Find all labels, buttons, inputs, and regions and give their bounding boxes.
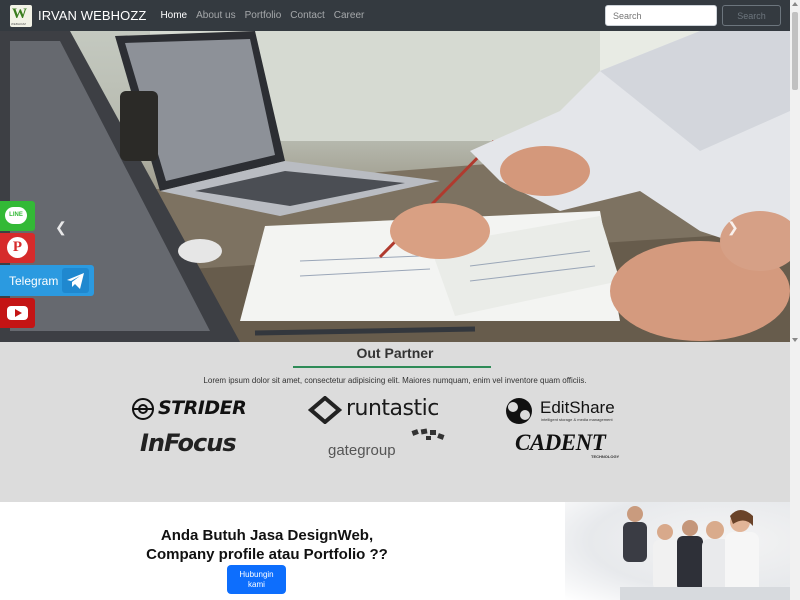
partner-section: Out Partner Lorem ipsum dolor sit amet, … xyxy=(0,342,790,502)
nav-career[interactable]: Career xyxy=(334,10,365,21)
brand[interactable]: W WEBHOZZ IRVAN WEBHOZZ xyxy=(10,4,146,27)
hero-image xyxy=(0,31,790,342)
carousel-next-icon[interactable]: ❯ xyxy=(727,219,739,236)
line-icon: LINE xyxy=(5,207,27,224)
scroll-thumb[interactable] xyxy=(792,12,798,90)
search-input[interactable] xyxy=(605,5,717,26)
pinterest-icon: P xyxy=(7,237,28,258)
scroll-up-arrow-icon[interactable] xyxy=(792,2,798,6)
partner-description: Lorem ipsum dolor sit amet, consectetur … xyxy=(203,376,587,385)
line-button[interactable]: LINE xyxy=(0,201,35,231)
contact-us-button[interactable]: Hubungin kami xyxy=(227,565,286,594)
main-nav: Home About us Portfolio Contact Career xyxy=(160,10,373,21)
pinterest-button[interactable]: P xyxy=(0,233,35,263)
hero-carousel: ❮ ❯ xyxy=(0,31,790,342)
nav-portfolio[interactable]: Portfolio xyxy=(245,10,282,21)
cta-banner: Anda Butuh Jasa DesignWeb, Company profi… xyxy=(95,502,790,600)
scroll-down-arrow-icon[interactable] xyxy=(792,338,798,342)
navbar: W WEBHOZZ IRVAN WEBHOZZ Home About us Por… xyxy=(0,0,790,31)
carousel-prev-icon[interactable]: ❮ xyxy=(55,219,67,236)
brand-name[interactable]: IRVAN WEBHOZZ xyxy=(38,8,146,23)
telegram-button[interactable]: Telegram xyxy=(0,265,94,296)
nav-about-us[interactable]: About us xyxy=(196,10,235,21)
telegram-label: Telegram xyxy=(9,274,59,288)
nav-home[interactable]: Home xyxy=(160,10,187,21)
search-button[interactable]: Search xyxy=(722,5,781,26)
partner-title: Out Partner xyxy=(356,345,434,361)
webhozz-logo: W WEBHOZZ xyxy=(10,4,32,27)
youtube-button[interactable] xyxy=(0,298,35,328)
partner-title-underline xyxy=(293,366,491,368)
infocus-logo: InFocus xyxy=(140,429,237,457)
nav-contact[interactable]: Contact xyxy=(290,10,324,21)
cta-title: Anda Butuh Jasa DesignWeb, Company profi… xyxy=(146,527,388,563)
telegram-icon xyxy=(62,268,89,293)
page-scrollbar[interactable] xyxy=(790,0,800,600)
team-photo xyxy=(565,502,790,600)
